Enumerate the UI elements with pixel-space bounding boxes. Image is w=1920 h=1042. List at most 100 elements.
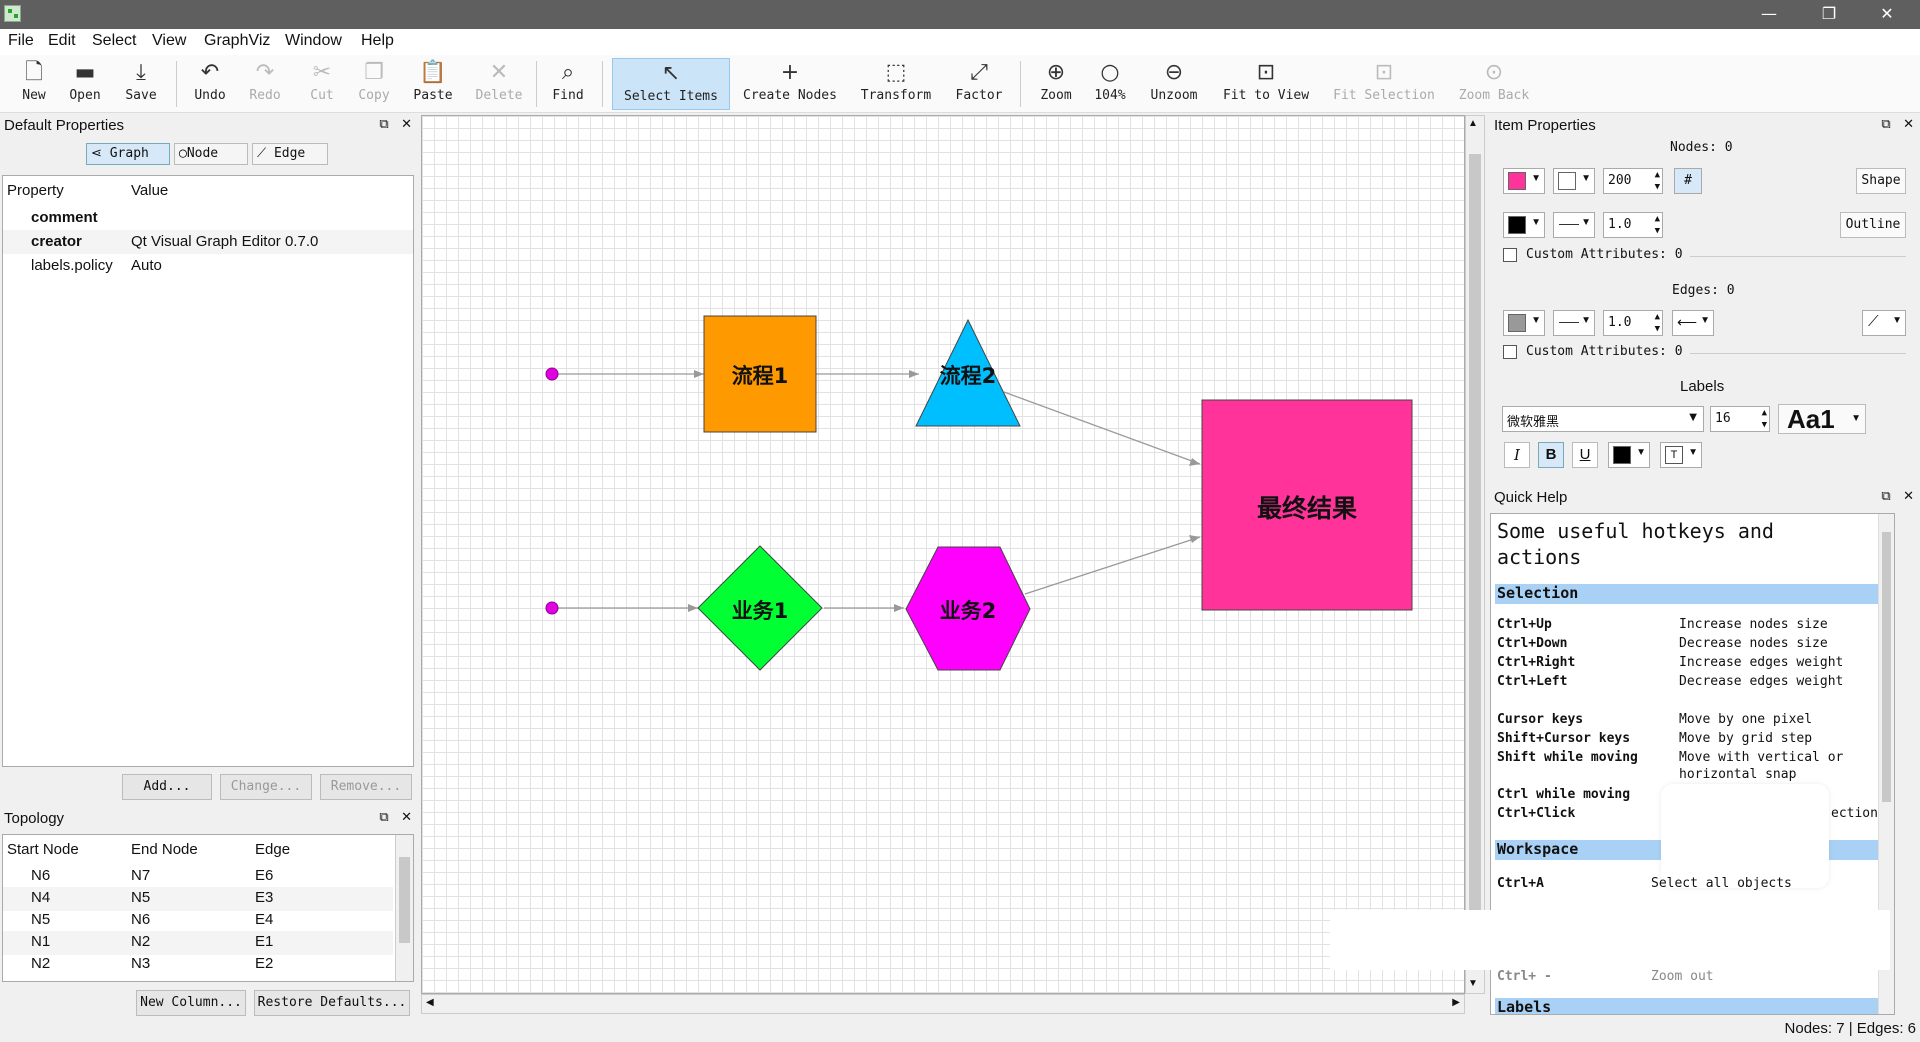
open-button[interactable]: ▬ Open xyxy=(62,58,108,110)
topology-scrollbar[interactable] xyxy=(395,835,413,981)
labels-section-title: Labels xyxy=(1680,378,1725,395)
nodes-count-label: Nodes: 0 xyxy=(1670,140,1733,155)
table-row[interactable]: labels.policy Auto xyxy=(3,254,413,278)
scroll-down-icon[interactable]: ▼ xyxy=(1468,978,1478,989)
minimize-button[interactable]: — xyxy=(1740,0,1798,29)
restore-defaults-button[interactable]: Restore Defaults... xyxy=(254,990,410,1016)
canvas-vertical-scrollbar[interactable]: ▲ ▼ xyxy=(1465,115,1485,994)
default-properties-title: Default Properties xyxy=(4,117,125,134)
table-row[interactable]: N1 N2 E1 xyxy=(3,931,393,955)
table-row[interactable]: N5 N6 E4 xyxy=(3,909,393,933)
delete-icon: ✕ xyxy=(489,60,509,85)
node-size-spinner[interactable]: 200 ▲ ▼ xyxy=(1603,168,1663,194)
underline-toggle[interactable]: U xyxy=(1572,442,1598,468)
new-column-button[interactable]: New Column... xyxy=(136,990,246,1016)
scroll-left-icon[interactable]: ◀ xyxy=(426,997,434,1008)
scroll-up-icon[interactable]: ▲ xyxy=(1468,118,1478,129)
section-labels: Labels xyxy=(1495,998,1878,1014)
scroll-right-icon[interactable]: ▶ xyxy=(1452,997,1460,1008)
select-items-button[interactable]: ↖ Select Items xyxy=(612,58,730,110)
tab-node[interactable]: ◯Node xyxy=(174,143,248,165)
create-nodes-button[interactable]: + Create Nodes xyxy=(738,58,842,110)
copy-button[interactable]: ❐ Copy xyxy=(352,58,396,110)
menu-graphviz[interactable]: GraphViz xyxy=(204,32,270,50)
menu-view[interactable]: View xyxy=(152,32,186,50)
zoom-back-icon: ⊙ xyxy=(1484,60,1504,85)
overlay-popup xyxy=(1661,784,1829,888)
edge-color-picker[interactable]: ▼ xyxy=(1503,310,1545,336)
edge-custom-attributes-checkbox[interactable] xyxy=(1503,345,1517,359)
new-file-icon: 🗋 xyxy=(25,60,43,85)
cut-button[interactable]: ✂ Cut xyxy=(302,58,342,110)
bold-toggle[interactable]: B xyxy=(1538,442,1564,468)
node-id-toggle[interactable]: # xyxy=(1674,168,1702,194)
menu-help[interactable]: Help xyxy=(361,32,394,50)
tab-edge[interactable]: ⟋ Edge xyxy=(252,143,328,165)
font-size-spinner[interactable]: 16 ▲ ▼ xyxy=(1710,406,1770,432)
close-button[interactable]: ✕ xyxy=(1858,0,1916,29)
hotkey-desc: Move with vertical or xyxy=(1679,750,1844,765)
font-family-select[interactable]: 微软雅黑 ▼ xyxy=(1502,406,1704,432)
edge-custom-attributes-label: Custom Attributes: 0 xyxy=(1526,344,1683,359)
dock-buttons[interactable]: ⧉ ✕ xyxy=(379,810,412,825)
label-frame-picker[interactable]: T ▼ xyxy=(1660,442,1702,468)
transform-button[interactable]: ⬚ Transform xyxy=(858,58,934,110)
italic-toggle[interactable]: I xyxy=(1504,442,1530,468)
label-color-picker[interactable]: ▼ xyxy=(1608,442,1650,468)
outline-button[interactable]: Outline xyxy=(1840,212,1906,238)
dock-buttons[interactable]: ⧉ ✕ xyxy=(1881,117,1914,132)
table-row[interactable]: comment xyxy=(3,206,413,230)
unzoom-button[interactable]: ⊖ Unzoom xyxy=(1146,58,1202,110)
save-button[interactable]: ⤓ Save xyxy=(114,58,168,110)
paste-button[interactable]: 📋 Paste xyxy=(408,58,458,110)
font-preview-picker[interactable]: Aa1 ▼ xyxy=(1778,404,1866,434)
stroke-color-picker[interactable]: ▼ xyxy=(1503,212,1545,238)
hotkey-desc: Zoom out xyxy=(1651,969,1714,984)
tab-graph[interactable]: ⋖ Graph xyxy=(86,143,170,165)
menu-file[interactable]: File xyxy=(8,32,34,50)
table-row[interactable]: N2 N3 E2 xyxy=(3,953,393,977)
custom-attributes-checkbox[interactable] xyxy=(1503,248,1517,262)
dock-buttons[interactable]: ⧉ ✕ xyxy=(379,117,412,132)
fit-to-view-button[interactable]: ⊡ Fit to View xyxy=(1218,58,1314,110)
table-row[interactable]: creator Qt Visual Graph Editor 0.7.0 xyxy=(3,230,413,254)
stroke-width-spinner[interactable]: 1.0 ▲ ▼ xyxy=(1603,212,1663,238)
edge-direction-picker[interactable]: ⟵ ▼ xyxy=(1672,310,1714,336)
node-shape-picker[interactable]: ▼ xyxy=(1553,168,1595,194)
dock-buttons[interactable]: ⧉ ✕ xyxy=(1881,489,1914,504)
node-color-picker[interactable]: ▼ xyxy=(1503,168,1545,194)
zoom-button[interactable]: ⊕ Zoom xyxy=(1034,58,1078,110)
redo-button[interactable]: ↷ Redo xyxy=(240,58,290,110)
topology-table: Start Node End Node Edge N6 N7 E6 N4 N5 E3 N… xyxy=(2,834,414,982)
menu-window[interactable]: Window xyxy=(285,32,342,50)
edge-width-spinner[interactable]: 1.0 ▲ ▼ xyxy=(1603,310,1663,336)
zoom-level-button[interactable]: ○ 104% xyxy=(1088,58,1132,110)
new-button[interactable]: 🗋 New xyxy=(8,58,60,110)
folder-icon: ▬ xyxy=(74,60,96,85)
menu-select[interactable]: Select xyxy=(92,32,136,50)
add-button[interactable]: Add... xyxy=(122,774,212,800)
hotkey-desc: Increase nodes size xyxy=(1679,617,1828,632)
zoom-back-button[interactable]: ⊙ Zoom Back xyxy=(1456,58,1532,110)
table-row[interactable]: N6 N7 E6 xyxy=(3,865,393,889)
stroke-style-picker[interactable]: ▼ xyxy=(1553,212,1595,238)
edge-style-picker[interactable]: ▼ xyxy=(1553,310,1595,336)
remove-button[interactable]: Remove... xyxy=(320,774,412,800)
edge-type-picker[interactable]: ⟋ ▼ xyxy=(1862,310,1906,336)
delete-button[interactable]: ✕ Delete xyxy=(470,58,528,110)
maximize-button[interactable]: ❐ xyxy=(1800,0,1858,29)
overlay-artifact xyxy=(1330,910,1890,970)
edge-e5 xyxy=(1024,536,1201,595)
menu-edit[interactable]: Edit xyxy=(48,32,76,50)
factor-button[interactable]: ⤢ Factor xyxy=(952,58,1006,110)
header-start-node: Start Node xyxy=(7,841,79,858)
undo-button[interactable]: ↶ Undo xyxy=(184,58,236,110)
fit-selection-button[interactable]: ⊡ Fit Selection xyxy=(1330,58,1438,110)
shape-button[interactable]: Shape xyxy=(1856,168,1906,194)
canvas-horizontal-scrollbar[interactable]: ◀ ▶ xyxy=(421,994,1465,1014)
find-button[interactable]: ⌕ Find xyxy=(546,58,590,110)
magnifier-icon: ○ xyxy=(1100,60,1120,85)
change-button[interactable]: Change... xyxy=(220,774,312,800)
graph-canvas[interactable]: 流程1 流程2 最终结果 业务1 业务2 xyxy=(421,115,1465,994)
table-row[interactable]: N4 N5 E3 xyxy=(3,887,393,911)
